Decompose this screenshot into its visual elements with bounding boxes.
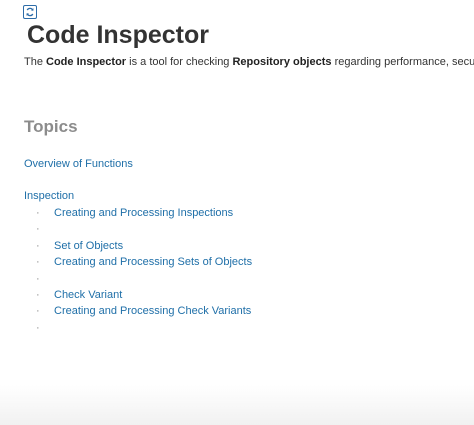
bullet: · <box>36 256 40 269</box>
bullet: · <box>36 288 40 301</box>
topics-heading: Topics <box>24 117 78 136</box>
overview-of-functions-link[interactable]: Overview of Functions <box>24 158 133 170</box>
bullet: · <box>36 239 40 252</box>
creating-processing-inspections-link[interactable]: Creating and Processing Inspections <box>54 205 233 221</box>
creating-processing-sets-of-objects-link[interactable]: Creating and Processing Sets of Objects <box>54 254 252 270</box>
set-of-objects-link[interactable]: Set of Objects <box>54 238 123 254</box>
bottom-fade <box>0 385 474 425</box>
intro-paragraph: The Code Inspector is a tool for checkin… <box>24 56 474 68</box>
intro-middle: is a tool for checking <box>126 56 233 68</box>
bullet: · <box>36 272 40 285</box>
creating-processing-check-variants-link[interactable]: Creating and Processing Check Variants <box>54 303 251 319</box>
bullet: · <box>36 305 40 318</box>
sync-icon[interactable] <box>23 5 37 19</box>
intro-prefix: The <box>24 56 47 68</box>
page-title: Code Inspector <box>27 21 209 49</box>
intro-suffix: regarding performance, security, syn <box>334 56 474 68</box>
intro-bold-repository-objects: Repository objects <box>232 56 332 68</box>
page: Code Inspector The Code Inspector is a t… <box>0 0 474 425</box>
intro-bold-code-inspector: Code Inspector <box>46 56 127 68</box>
bullet: · <box>36 321 40 334</box>
inspection-link[interactable]: Inspection <box>24 190 74 202</box>
bullet: · <box>36 223 40 236</box>
check-variant-link[interactable]: Check Variant <box>54 287 122 303</box>
sync-icon-glyph <box>26 7 34 17</box>
bullet: · <box>36 207 40 219</box>
